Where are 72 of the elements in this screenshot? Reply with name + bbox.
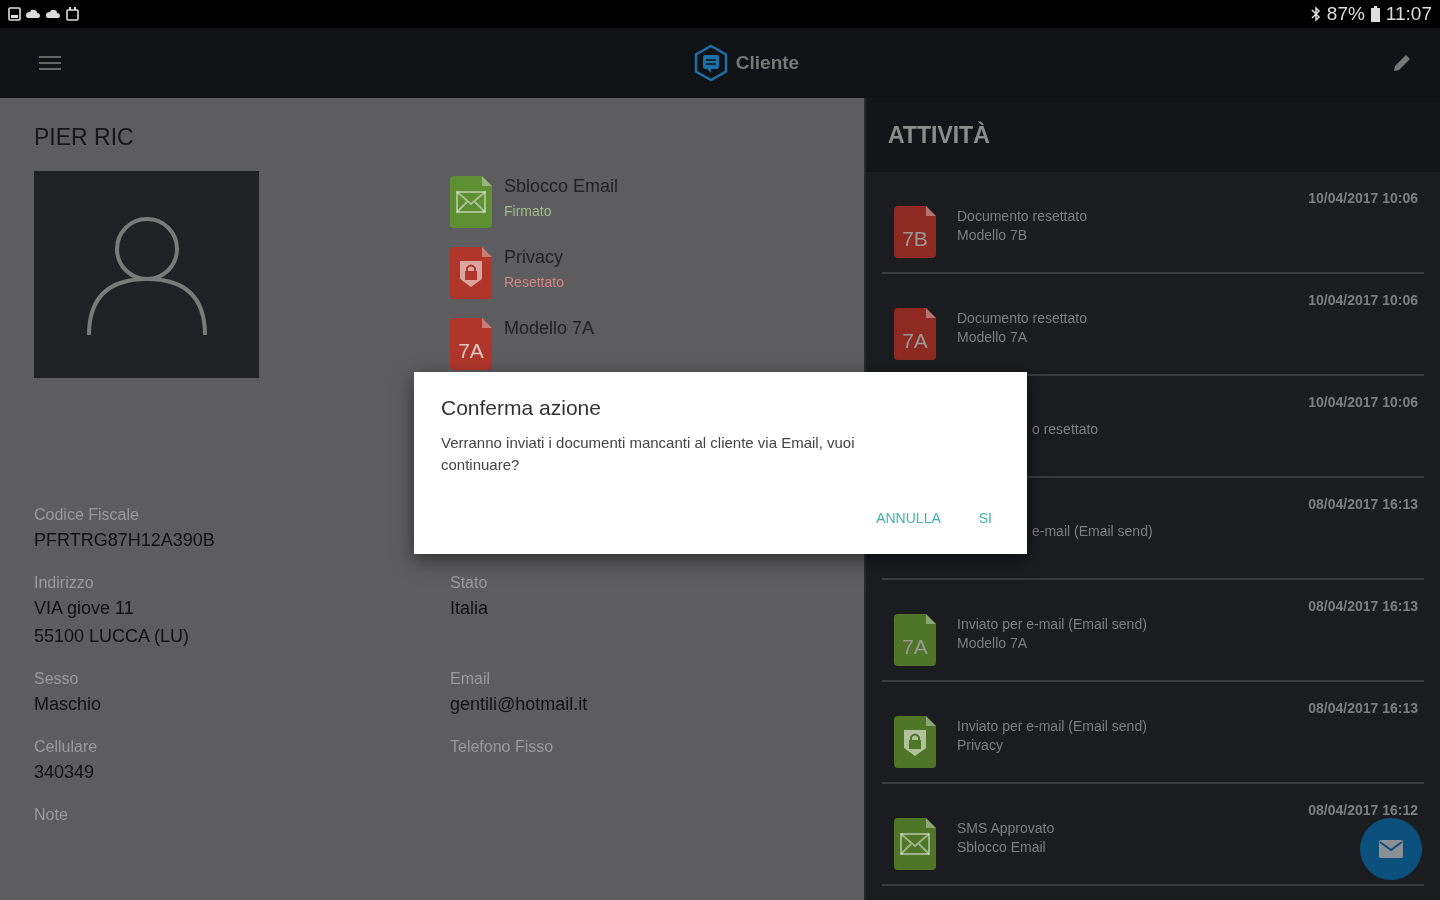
field-label: Email [450,670,491,688]
activity-date: 10/04/2017 10:06 [1308,292,1418,308]
document-code: 7B [901,227,929,251]
activity-text: Modello 7A [957,328,1029,345]
envelope-document-icon [894,818,936,870]
bluetooth-icon [1310,6,1321,22]
document-code: 7A [901,329,929,353]
battery-percent: 87% [1326,3,1365,25]
field-value: 55100 LUCCA (LU) [34,625,191,648]
customer-name: PIER RIC [34,124,135,151]
activity-text: Modello 7A [957,634,1029,651]
activity-text: o resettato [1032,421,1099,437]
dialog-message: Verranno inviati i documenti mancanti al cliente via Email, vuoi continuare? [441,433,856,475]
document-code: 7A [901,635,929,659]
field-value: Italia [450,597,490,620]
field-label: Indirizzo [34,574,95,592]
storage-icon [8,7,22,21]
edit-icon[interactable] [1392,53,1412,73]
calendar-icon [66,7,79,21]
lock-document-icon [450,247,492,299]
activity-text: Privacy [957,736,1004,753]
lock-document-icon [894,716,936,768]
activity-text: Documento resettato [957,309,1087,326]
dialog-button[interactable]: SI [970,506,1000,530]
document-icon [894,614,936,666]
cloud-icon [46,9,62,19]
activity-date: 10/04/2017 10:06 [1308,190,1418,206]
activity-text: Sblocco Email [957,838,1047,855]
document-status: Resettato [504,274,564,290]
cloud-icon [26,9,42,19]
activity-text: Modello 7B [957,226,1029,243]
envelope-icon [1379,840,1403,858]
field-label: Telefono Fisso [450,738,555,756]
document-icon [450,318,492,370]
battery-icon [1370,6,1380,22]
activity-row[interactable]: Inviato per e-mail (Email send) Privacy 08/04/2017 16:13 [882,682,1424,784]
activity-date: 10/04/2017 10:06 [1308,394,1418,410]
clock: 11:07 [1385,3,1432,25]
field-value: gentili@hotmail.it [450,693,589,716]
field-label: Cellulare [34,738,99,756]
activity-text: e-mail (Email send) [1032,523,1153,539]
field-label: Note [34,806,69,824]
document-title[interactable]: Privacy [504,247,564,268]
activity-date: 08/04/2017 16:12 [1308,802,1418,818]
envelope-document-icon [450,176,492,228]
hexagon-logo-icon [693,44,728,82]
menu-icon[interactable] [39,55,61,71]
activity-text: Inviato per e-mail (Email send) [957,717,1147,734]
field-value: PFRTRG87H12A390B [34,529,216,552]
document-icon [894,308,936,360]
field-value: VIA giove 11 [34,597,135,620]
field-label: Codice Fiscale [34,506,140,524]
activity-date: 08/04/2017 16:13 [1308,496,1418,512]
field-value: 340349 [34,761,96,784]
document-code: 7A [457,339,485,363]
activity-row[interactable]: 7A Inviato per e-mail (Email send) Modello 7A 08/04/2017 16:13 [882,580,1424,682]
activity-text: Inviato per e-mail (Email send) [957,615,1147,632]
document-status: Firmato [504,203,553,219]
dialog-title: Conferma azione [441,396,602,420]
field-label: Stato [450,574,489,592]
activity-text: SMS Approvato [957,819,1055,836]
document-icon [894,206,936,258]
app-title: Cliente [735,52,800,74]
activity-date: 08/04/2017 16:13 [1308,700,1418,716]
document-title[interactable]: Modello 7A [504,318,595,339]
field-label: Sesso [34,670,80,688]
activity-date: 08/04/2017 16:13 [1308,598,1418,614]
activity-heading: ATTIVITÀ [888,121,990,149]
document-title[interactable]: Sblocco Email [504,176,619,197]
field-value: Maschio [34,693,103,716]
activity-row[interactable]: 7B Documento resettato Modello 7B 10/04/2017 10:06 [882,172,1424,274]
activity-text: Documento resettato [957,207,1087,224]
